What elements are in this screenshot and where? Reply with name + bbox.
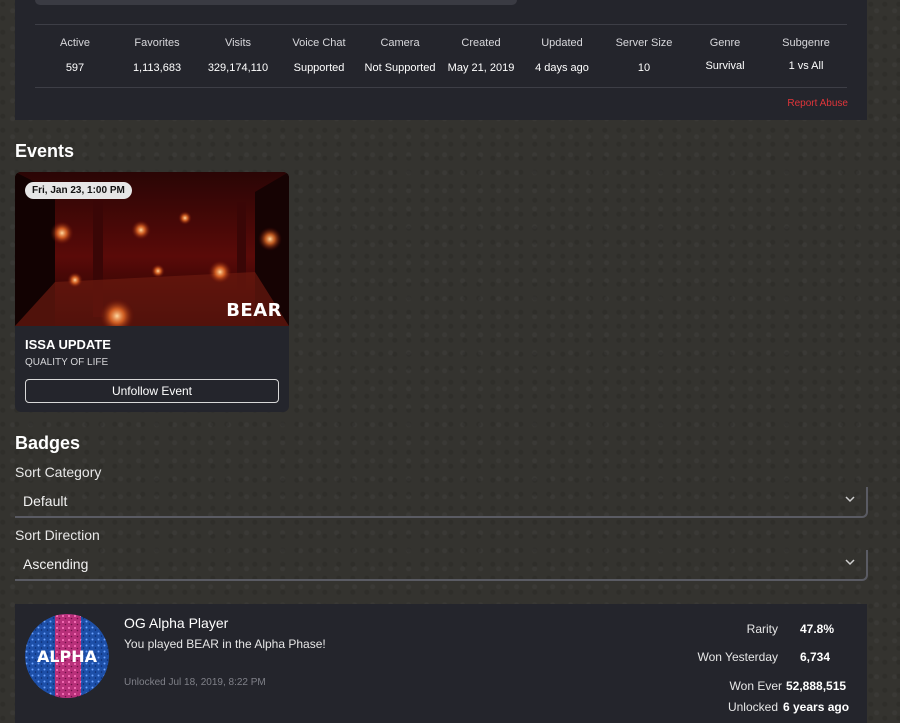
stat-label: Server Size (615, 37, 673, 49)
stat-label: Favorites (134, 37, 180, 49)
stat-label: Genre (709, 37, 741, 49)
sort-category-label: Sort Category (15, 464, 102, 480)
stats-divider-top (35, 24, 847, 25)
sort-direction-label: Sort Direction (15, 527, 100, 543)
stat-value: 1,113,683 (132, 62, 182, 74)
badge-item: ALPHA OG Alpha Player You played BEAR in… (15, 604, 867, 723)
stat-label: Updated (541, 37, 583, 49)
event-card[interactable]: Fri, Jan 23, 1:00 PM BEAR ISSA UPDATE QU… (15, 172, 289, 412)
report-abuse-link[interactable]: Report Abuse (787, 98, 848, 109)
stat-value: 329,174,110 (207, 62, 269, 74)
badge-rarity-label: Rarity (746, 622, 778, 636)
stat-visits: Visits 329,174,110 (193, 37, 283, 74)
stat-label: Visits (224, 37, 252, 49)
stat-label: Voice Chat (292, 37, 346, 49)
stat-voice-chat: Voice Chat Supported (274, 37, 364, 74)
stat-value: 4 days ago (535, 62, 589, 74)
stat-label: Active (60, 37, 90, 49)
stat-value: 597 (65, 62, 85, 74)
stat-value: Supported (293, 62, 345, 74)
badge-won-yesterday-value: 6,734 (800, 650, 831, 664)
badges-heading: Badges (15, 433, 81, 453)
sort-direction-value: Ascending (23, 556, 89, 572)
stat-genre: Genre Survival (680, 37, 770, 72)
stat-favorites: Favorites 1,113,683 (112, 37, 202, 74)
stat-server-size: Server Size 10 (599, 37, 689, 74)
badge-won-ever-label: Won Ever (729, 679, 782, 693)
alpha-badge-icon: ALPHA (25, 614, 109, 698)
stat-value: 10 (637, 62, 651, 74)
badge-icon-text: ALPHA (37, 647, 98, 666)
sort-direction-select[interactable]: Ascending (15, 550, 868, 581)
events-heading: Events (15, 141, 75, 161)
unfollow-event-button[interactable]: Unfollow Event (25, 379, 279, 403)
bear-logo: BEAR (226, 300, 282, 321)
stat-label: Subgenre (782, 37, 830, 49)
sort-category-select[interactable]: Default (15, 487, 868, 518)
event-date-badge: Fri, Jan 23, 1:00 PM (25, 182, 132, 199)
badge-unlocked-value: 6 years ago (783, 700, 850, 714)
stat-updated: Updated 4 days ago (517, 37, 607, 74)
stat-label: Created (461, 37, 501, 49)
stat-camera: Camera Not Supported (355, 37, 445, 74)
stat-label: Camera (380, 37, 420, 49)
event-subtitle: QUALITY OF LIFE (25, 357, 109, 368)
badge-unlocked-label: Unlocked (727, 700, 778, 714)
stats-divider-bottom (35, 87, 847, 88)
badge-won-yesterday-label: Won Yesterday (697, 650, 778, 664)
badge-name: OG Alpha Player (124, 615, 229, 631)
chevron-down-icon (844, 493, 856, 508)
badge-description: You played BEAR in the Alpha Phase! (124, 637, 326, 651)
sort-category-value: Default (23, 493, 68, 509)
stat-created: Created May 21, 2019 (436, 37, 526, 74)
stat-active: Active 597 (30, 37, 120, 74)
stat-value: May 21, 2019 (447, 62, 515, 74)
game-stats-panel: Active 597 Favorites 1,113,683 Visits 32… (15, 0, 867, 120)
event-title: ISSA UPDATE (25, 337, 111, 352)
event-thumbnail[interactable]: Fri, Jan 23, 1:00 PM BEAR (15, 172, 289, 326)
chevron-down-icon (844, 556, 856, 571)
badge-unlocked-date: Unlocked Jul 18, 2019, 8:22 PM (124, 677, 266, 688)
stat-subgenre: Subgenre 1 vs All (761, 37, 851, 72)
stat-value: Survival (705, 60, 745, 72)
panel-top-strip (35, 0, 517, 5)
stat-value: Not Supported (364, 62, 436, 74)
stat-value: 1 vs All (788, 60, 824, 72)
badge-rarity-value: 47.8% (800, 622, 835, 636)
badge-won-ever-value: 52,888,515 (786, 679, 847, 693)
